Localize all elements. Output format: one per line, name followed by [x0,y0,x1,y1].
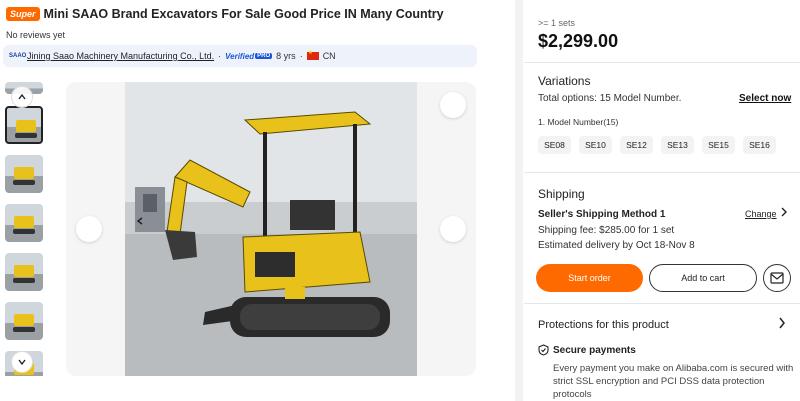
divider [524,62,800,63]
super-badge: Super [6,7,40,21]
supplier-name-link[interactable]: Jining Saao Machinery Manufacturing Co.,… [27,51,214,61]
supplier-bar: SAAO Jining Saao Machinery Manufacturing… [3,45,477,67]
shield-icon [538,344,549,356]
price: $2,299.00 [538,31,619,51]
shipping-method: Seller's Shipping Method 1 [538,209,666,220]
purchase-panel: >= 1 sets $2,299.00 Variations Total opt… [524,0,800,401]
favorite-button[interactable] [440,92,466,118]
divider [524,172,800,173]
shipping-title: Shipping [538,187,585,201]
model-option[interactable]: SE08 [538,136,571,154]
supplier-years: 8 yrs [276,51,296,61]
shipping-fee: Shipping fee: $285.00 for 1 set [538,225,675,236]
variations-title: Variations [538,74,591,88]
excavator-image [125,82,417,376]
image-next-button[interactable] [440,216,466,242]
chevron-up-icon [18,93,26,100]
chevron-down-icon [18,359,26,366]
model-option[interactable]: SE10 [579,136,612,154]
separator: · [299,51,303,61]
add-to-cart-button[interactable]: Add to cart [649,264,757,292]
moq-text: >= 1 sets [538,18,576,28]
thumbnail-down-button[interactable] [11,351,33,373]
thumbnail[interactable] [5,155,43,193]
estimated-delivery: Estimated delivery by Oct 18-Nov 8 [538,240,695,251]
start-order-button[interactable]: Start order [536,264,643,292]
column-divider [515,0,523,401]
select-now-link[interactable]: Select now [739,93,791,104]
chevron-right-icon[interactable] [780,207,788,220]
china-flag-icon [306,49,319,60]
separator: · [218,51,222,61]
chevron-right-icon[interactable] [778,317,786,332]
divider [524,303,800,304]
model-option[interactable]: SE13 [661,136,694,154]
supplier-country: CN [322,51,336,61]
change-shipping-link[interactable]: Change [745,209,777,219]
pro-badge: PRO [255,53,273,59]
image-search-button[interactable] [440,130,466,156]
verified-label: Verified [225,51,255,61]
model-option[interactable]: SE12 [620,136,653,154]
reviews-text: No reviews yet [6,30,66,40]
supplier-logo: SAAO [9,53,27,59]
model-number-label: 1. Model Number(15) [538,117,619,127]
message-button[interactable] [763,264,791,292]
product-title-row: Super Mini SAAO Brand Excavators For Sal… [6,6,506,22]
thumbnail-strip [5,82,43,376]
thumbnail-active[interactable] [5,106,43,144]
model-option[interactable]: SE15 [702,136,735,154]
model-option[interactable]: SE16 [743,136,776,154]
protections-title[interactable]: Protections for this product [538,319,669,331]
thumbnail-up-button[interactable] [11,86,33,108]
secure-payments: Secure payments [538,344,636,356]
secure-payments-title: Secure payments [553,344,636,356]
model-options: SE08 SE10 SE12 SE13 SE15 SE16 [538,136,776,154]
main-product-image[interactable] [66,82,476,376]
image-prev-button[interactable] [76,216,143,242]
thumbnail[interactable] [5,302,43,340]
secure-payments-description: Every payment you make on Alibaba.com is… [553,363,794,400]
verified-badge[interactable]: Verified PRO [225,51,273,61]
thumbnail[interactable] [5,204,43,242]
chevron-left-icon [136,217,143,225]
variations-total: Total options: 15 Model Number. [538,93,682,104]
thumbnail[interactable] [5,253,43,291]
product-title: Mini SAAO Brand Excavators For Sale Good… [43,7,444,21]
mail-icon [770,272,784,284]
